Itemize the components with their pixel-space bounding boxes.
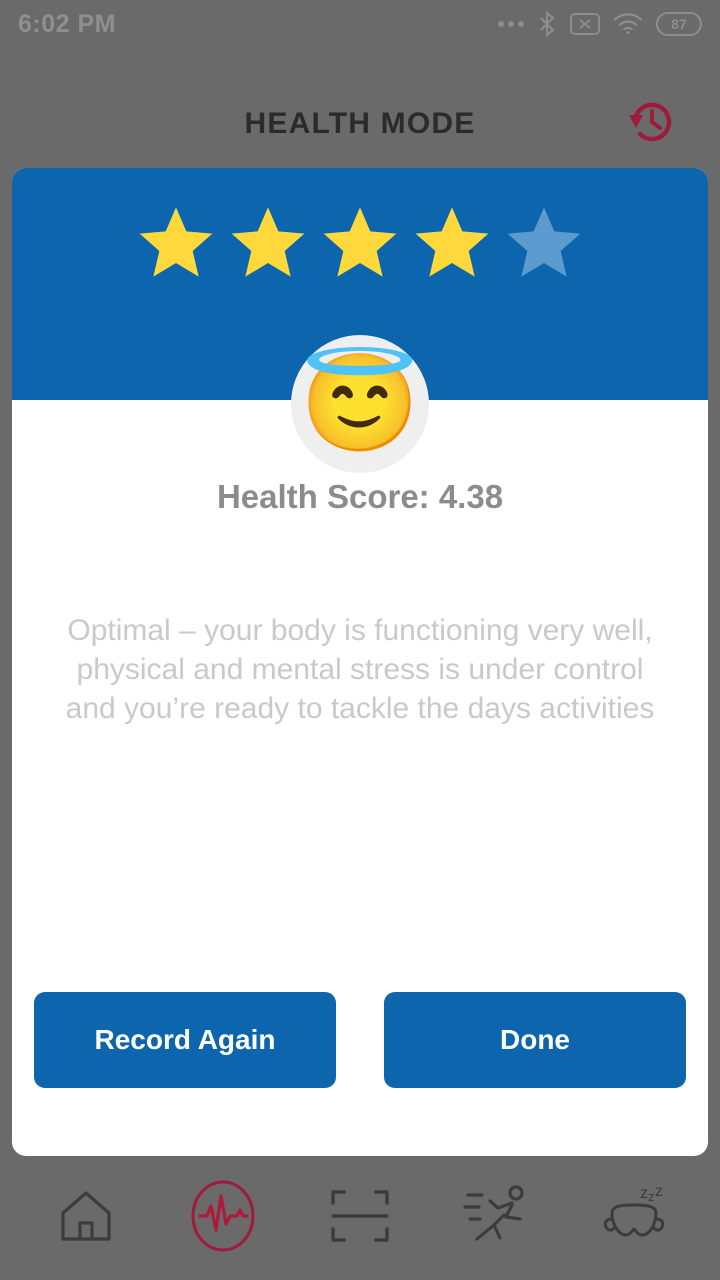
star-rating[interactable] (12, 202, 708, 282)
smiling-face-with-halo-icon: 😇 (300, 350, 420, 457)
battery-level: 87 (671, 16, 687, 32)
nav-item-home[interactable] (36, 1173, 136, 1263)
more-dots-icon (498, 21, 524, 27)
nav-item-scan[interactable] (310, 1173, 410, 1263)
svg-text:z: z (648, 1189, 655, 1204)
star-filled-2[interactable] (228, 202, 308, 282)
running-person-icon (460, 1181, 534, 1256)
home-icon (55, 1185, 117, 1252)
wifi-icon (613, 12, 643, 36)
star-filled-1[interactable] (136, 202, 216, 282)
status-icons: 87 (498, 10, 702, 38)
status-time: 6:02 PM (18, 9, 116, 38)
no-sim-icon (570, 12, 600, 36)
record-again-button[interactable]: Record Again (34, 992, 336, 1088)
nav-item-sleep[interactable]: z z z (584, 1173, 684, 1263)
star-filled-4[interactable] (412, 202, 492, 282)
health-description: Optimal – your body is functioning very … (65, 614, 655, 725)
sleep-mask-icon: z z z (596, 1181, 672, 1256)
health-score-label: Health Score: 4.38 (216, 478, 504, 515)
page-title: HEALTH MODE (244, 107, 476, 140)
status-bar: 6:02 PM 87 (0, 0, 720, 48)
card-actions: Record Again Done (12, 992, 708, 1088)
history-button[interactable] (624, 96, 680, 152)
scan-frame-icon (325, 1181, 395, 1256)
svg-text:z: z (655, 1183, 663, 1200)
nav-item-activity[interactable] (447, 1173, 547, 1263)
svg-text:z: z (640, 1185, 648, 1202)
health-result-card: 😇 Health Score: 4.38 Optimal – your body… (12, 168, 708, 1156)
bluetooth-icon (537, 10, 557, 38)
bottom-nav: z z z (0, 1156, 720, 1280)
star-filled-3[interactable] (320, 202, 400, 282)
history-clock-icon (625, 95, 679, 154)
battery-icon: 87 (656, 12, 702, 36)
done-button[interactable]: Done (384, 992, 686, 1088)
app-bar: HEALTH MODE (0, 48, 720, 152)
pulse-heartbeat-icon (187, 1178, 259, 1259)
mood-avatar: 😇 (291, 335, 429, 473)
star-empty-5[interactable] (504, 202, 584, 282)
nav-item-health[interactable] (173, 1173, 273, 1263)
